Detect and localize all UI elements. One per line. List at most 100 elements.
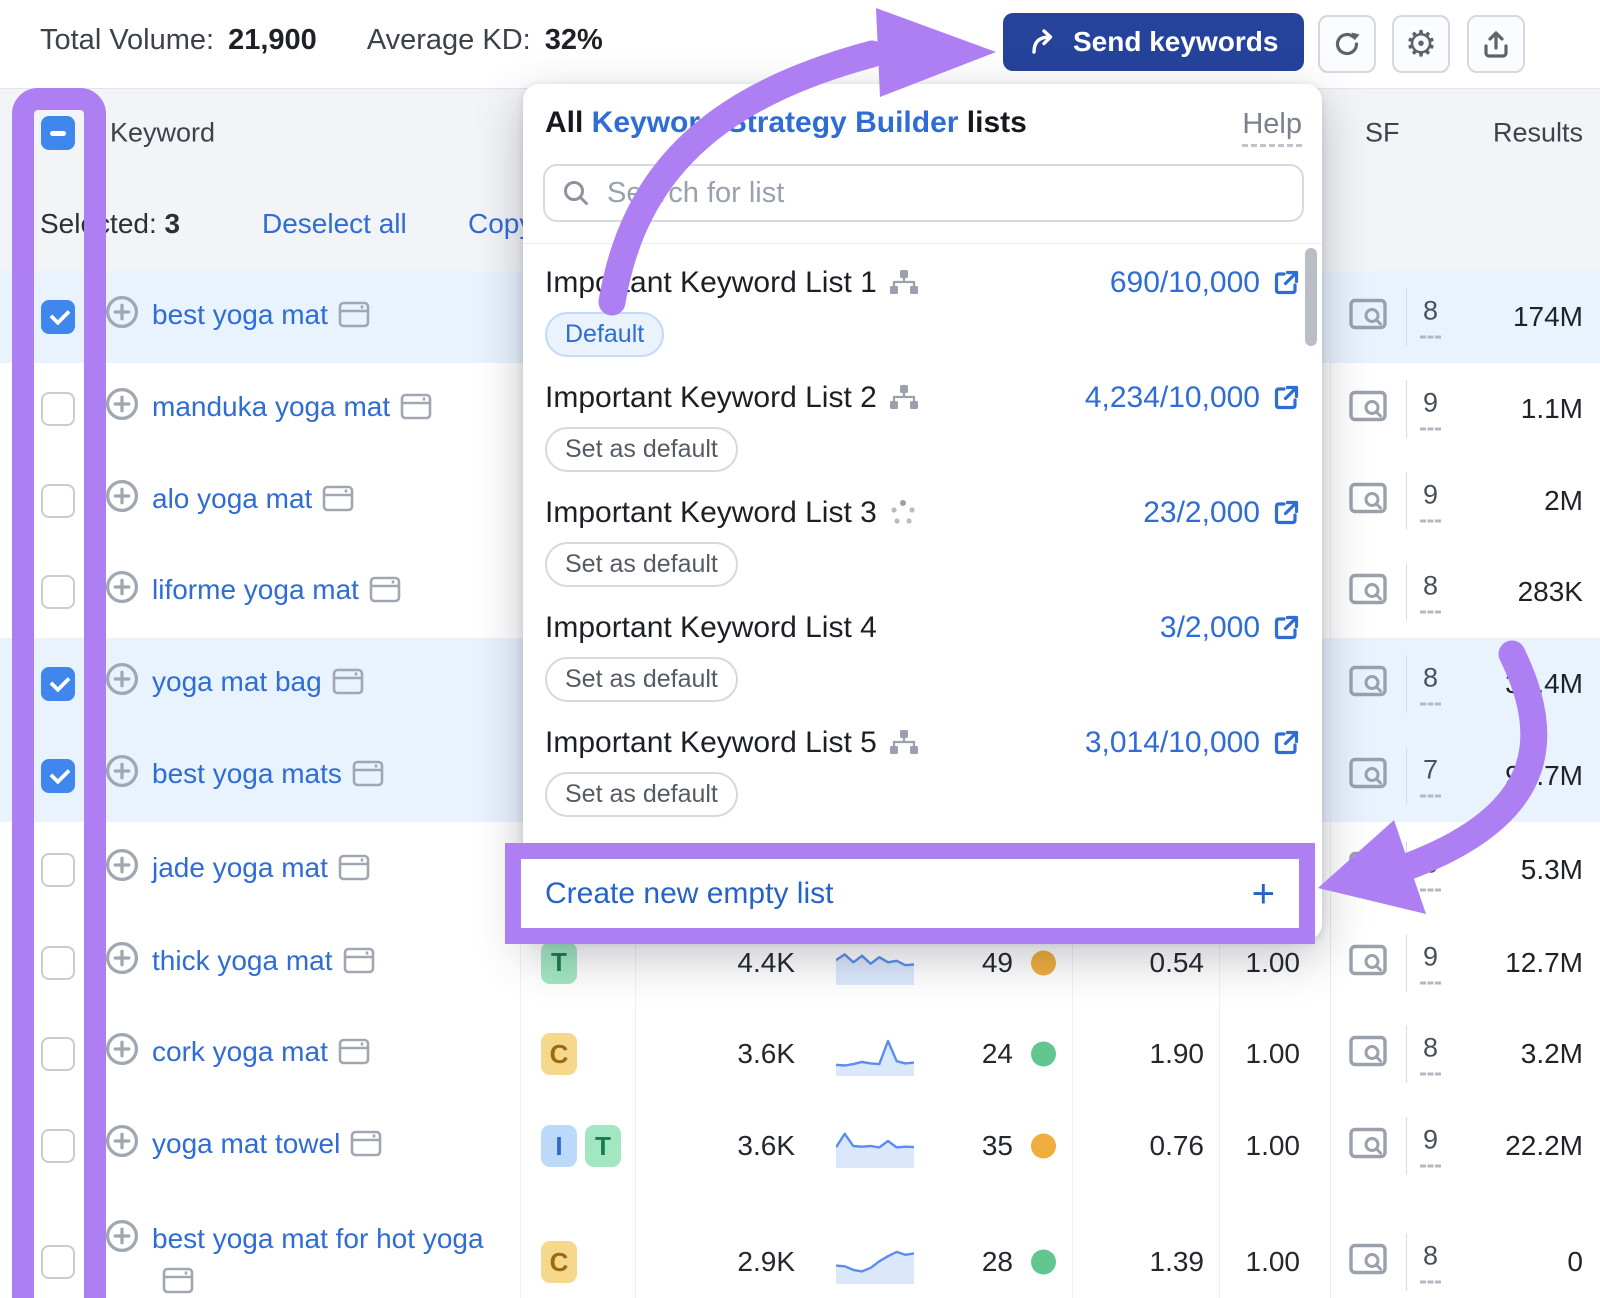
sf-value[interactable]: 9 xyxy=(1420,1125,1441,1168)
table-row[interactable]: cork yoga mat C 3.6K 24 1.90 1.00 8 3.2M xyxy=(0,1008,1600,1101)
add-keyword-icon[interactable] xyxy=(104,1123,140,1164)
sf-value[interactable]: 8 xyxy=(1420,1033,1441,1076)
help-link[interactable]: Help xyxy=(1242,108,1302,147)
export-button[interactable] xyxy=(1467,15,1525,73)
serp-analysis-icon[interactable] xyxy=(1348,481,1390,520)
refresh-button[interactable] xyxy=(1318,15,1376,73)
create-new-empty-list-button[interactable]: Create new empty list + xyxy=(527,859,1293,928)
sf-value[interactable]: 8 xyxy=(1420,296,1441,339)
serp-analysis-icon[interactable] xyxy=(1348,1127,1390,1166)
intent-badge-commercial[interactable]: C xyxy=(541,1241,577,1283)
add-keyword-icon[interactable] xyxy=(104,661,140,702)
intent-badge-commercial[interactable]: C xyxy=(541,1033,577,1075)
add-keyword-icon[interactable] xyxy=(104,1218,140,1259)
search-list-input[interactable]: Search for list xyxy=(543,164,1304,222)
serp-analysis-icon[interactable] xyxy=(1348,850,1390,889)
serp-analysis-icon[interactable] xyxy=(1348,1243,1390,1282)
sf-value[interactable]: 7 xyxy=(1420,755,1441,798)
popup-scrollbar[interactable] xyxy=(1305,248,1317,346)
set-as-default-button[interactable]: Set as default xyxy=(545,657,738,702)
sf-column-header[interactable]: SF xyxy=(1365,118,1400,149)
add-keyword-icon[interactable] xyxy=(104,1031,140,1072)
intent-badge-informational[interactable]: I xyxy=(541,1125,577,1167)
serp-analysis-icon[interactable] xyxy=(1348,573,1390,612)
row-checkbox[interactable] xyxy=(41,575,75,609)
deselect-all-button[interactable]: Deselect all xyxy=(262,208,407,240)
results-column-header[interactable]: Results xyxy=(1493,118,1583,149)
keyword-link[interactable]: jade yoga mat xyxy=(152,852,328,883)
serp-window-icon[interactable] xyxy=(162,1264,194,1298)
serp-analysis-icon[interactable] xyxy=(1348,390,1390,429)
keyword-link[interactable]: liforme yoga mat xyxy=(152,574,359,605)
intent-badge-transactional[interactable]: T xyxy=(585,1125,621,1167)
list-item[interactable]: Important Keyword List 4 3/2,000 Set as … xyxy=(545,589,1300,704)
row-checkbox[interactable] xyxy=(41,1129,75,1163)
keyword-column-header[interactable]: Keyword xyxy=(110,118,215,149)
keyword-link[interactable]: cork yoga mat xyxy=(152,1036,328,1067)
list-item[interactable]: Important Keyword List 2 4,234/10,000 Se… xyxy=(545,359,1300,474)
list-item[interactable]: Important Keyword List 5 3,014/10,000 Se… xyxy=(545,704,1300,819)
serp-analysis-icon[interactable] xyxy=(1348,298,1390,337)
set-as-default-button[interactable]: Set as default xyxy=(545,542,738,587)
row-checkbox[interactable] xyxy=(41,484,75,518)
serp-window-icon[interactable] xyxy=(350,1127,382,1169)
select-all-checkbox[interactable] xyxy=(41,116,75,150)
sf-value[interactable]: 9 xyxy=(1420,388,1441,431)
keyword-link[interactable]: best yoga mat xyxy=(152,299,328,330)
add-keyword-icon[interactable] xyxy=(104,478,140,519)
list-count-link[interactable]: 4,234/10,000 xyxy=(1085,381,1300,415)
list-count-link[interactable]: 23/2,000 xyxy=(1143,496,1300,530)
serp-analysis-icon[interactable] xyxy=(1348,757,1390,796)
sf-value[interactable]: 8 xyxy=(1420,1241,1441,1284)
serp-analysis-icon[interactable] xyxy=(1348,1035,1390,1074)
serp-window-icon[interactable] xyxy=(332,665,364,707)
serp-analysis-icon[interactable] xyxy=(1348,665,1390,704)
sf-value[interactable]: 8 xyxy=(1420,663,1441,706)
keyword-link[interactable]: yoga mat towel xyxy=(152,1128,340,1159)
sf-value[interactable]: 6 xyxy=(1420,848,1441,891)
serp-analysis-icon[interactable] xyxy=(1348,943,1390,982)
row-checkbox[interactable] xyxy=(41,392,75,426)
row-checkbox[interactable] xyxy=(41,1245,75,1279)
list-item[interactable]: Important Keyword List 3 23/2,000 Set as… xyxy=(545,474,1300,589)
set-as-default-button[interactable]: Set as default xyxy=(545,772,738,817)
send-keywords-button[interactable]: Send keywords xyxy=(1003,13,1304,71)
table-row[interactable]: best yoga mat for hot yoga C 2.9K 28 1.3… xyxy=(0,1192,1600,1298)
serp-window-icon[interactable] xyxy=(338,1035,370,1077)
add-keyword-icon[interactable] xyxy=(104,940,140,981)
list-count-link[interactable]: 3,014/10,000 xyxy=(1085,726,1300,760)
row-checkbox[interactable] xyxy=(41,853,75,887)
row-checkbox[interactable] xyxy=(41,1037,75,1071)
add-keyword-icon[interactable] xyxy=(104,569,140,610)
add-keyword-icon[interactable] xyxy=(104,386,140,427)
keyword-link[interactable]: thick yoga mat xyxy=(152,945,333,976)
add-keyword-icon[interactable] xyxy=(104,294,140,335)
list-count-link[interactable]: 3/2,000 xyxy=(1160,611,1300,645)
add-keyword-icon[interactable] xyxy=(104,847,140,888)
serp-window-icon[interactable] xyxy=(352,757,384,799)
add-keyword-icon[interactable] xyxy=(104,753,140,794)
intent-badge-transactional[interactable]: T xyxy=(541,942,577,984)
keyword-link[interactable]: manduka yoga mat xyxy=(152,391,390,422)
list-count-link[interactable]: 690/10,000 xyxy=(1110,266,1300,300)
row-checkbox[interactable] xyxy=(41,300,75,334)
keyword-link[interactable]: best yoga mat for hot yoga xyxy=(152,1223,484,1254)
keyword-strategy-builder-link[interactable]: Keyword Strategy Builder xyxy=(592,106,959,139)
settings-button[interactable]: ⚙ xyxy=(1392,15,1450,73)
keyword-link[interactable]: yoga mat bag xyxy=(152,666,322,697)
serp-window-icon[interactable] xyxy=(343,944,375,986)
list-item[interactable]: Important Keyword List 1 690/10,000 Defa… xyxy=(545,244,1300,359)
sf-value[interactable]: 9 xyxy=(1420,479,1441,522)
row-checkbox[interactable] xyxy=(41,667,75,701)
sf-value[interactable]: 9 xyxy=(1420,941,1441,984)
serp-window-icon[interactable] xyxy=(338,298,370,340)
set-as-default-button[interactable]: Set as default xyxy=(545,427,738,472)
serp-window-icon[interactable] xyxy=(338,851,370,893)
serp-window-icon[interactable] xyxy=(322,482,354,524)
keyword-link[interactable]: alo yoga mat xyxy=(152,483,312,514)
row-checkbox[interactable] xyxy=(41,759,75,793)
serp-window-icon[interactable] xyxy=(400,390,432,432)
keyword-link[interactable]: best yoga mats xyxy=(152,758,342,789)
sf-value[interactable]: 8 xyxy=(1420,571,1441,614)
row-checkbox[interactable] xyxy=(41,946,75,980)
